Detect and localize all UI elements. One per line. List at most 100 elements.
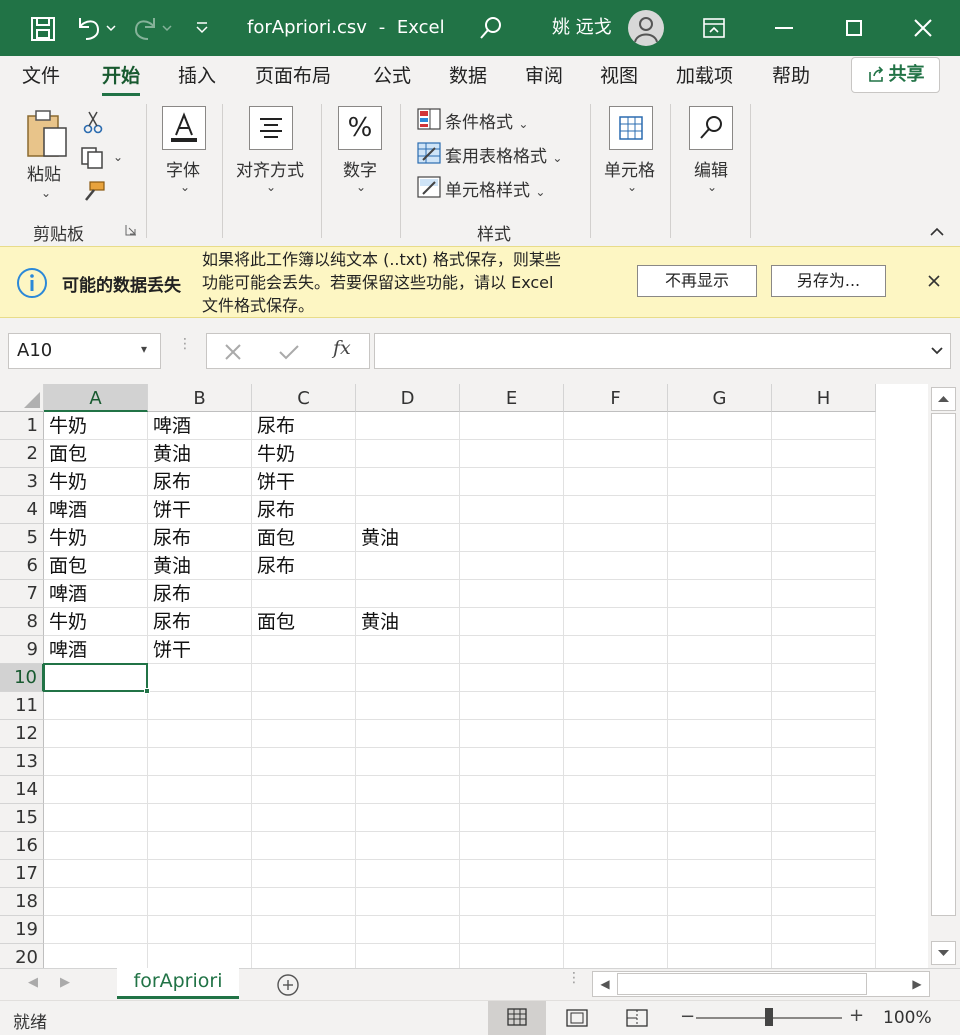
cell-h3[interactable] xyxy=(772,468,876,496)
cell-g13[interactable] xyxy=(668,748,772,776)
zoom-in-button[interactable]: + xyxy=(849,1005,864,1026)
zoom-level[interactable]: 100% xyxy=(883,1008,932,1028)
cell-f18[interactable] xyxy=(564,888,668,916)
cell-g18[interactable] xyxy=(668,888,772,916)
save-as-button[interactable]: 另存为... xyxy=(771,265,886,297)
cell-a16[interactable] xyxy=(44,832,148,860)
cell-c15[interactable] xyxy=(252,804,356,832)
cell-f14[interactable] xyxy=(564,776,668,804)
column-header-g[interactable]: G xyxy=(668,384,772,412)
column-header-a[interactable]: A xyxy=(44,384,148,412)
cell-e6[interactable] xyxy=(460,552,564,580)
align-label[interactable]: 对齐方式 xyxy=(236,156,304,181)
cell-f13[interactable] xyxy=(564,748,668,776)
cell-f10[interactable] xyxy=(564,664,668,692)
copy-icon[interactable] xyxy=(80,146,106,170)
cell-e8[interactable] xyxy=(460,608,564,636)
row-header-11[interactable]: 11 xyxy=(0,692,44,720)
cell-h11[interactable] xyxy=(772,692,876,720)
cell-a6[interactable]: 面包 xyxy=(44,552,148,580)
normal-view-button[interactable] xyxy=(488,1001,546,1035)
cell-c8[interactable]: 面包 xyxy=(252,608,356,636)
cell-g6[interactable] xyxy=(668,552,772,580)
cells-dropdown-icon[interactable]: ⌄ xyxy=(627,180,637,194)
row-header-19[interactable]: 19 xyxy=(0,916,44,944)
cell-a17[interactable] xyxy=(44,860,148,888)
tab-review[interactable]: 审阅 xyxy=(525,56,563,98)
cell-a3[interactable]: 牛奶 xyxy=(44,468,148,496)
cell-g9[interactable] xyxy=(668,636,772,664)
cell-a9[interactable]: 啤酒 xyxy=(44,636,148,664)
share-button[interactable]: 共享 xyxy=(851,57,940,93)
cell-c20[interactable] xyxy=(252,944,356,968)
cell-d4[interactable] xyxy=(356,496,460,524)
cell-b20[interactable] xyxy=(148,944,252,968)
cell-g7[interactable] xyxy=(668,580,772,608)
cell-f3[interactable] xyxy=(564,468,668,496)
cell-d12[interactable] xyxy=(356,720,460,748)
number-dropdown-icon[interactable]: ⌄ xyxy=(356,180,366,194)
cell-b15[interactable] xyxy=(148,804,252,832)
cell-f8[interactable] xyxy=(564,608,668,636)
cell-a7[interactable]: 啤酒 xyxy=(44,580,148,608)
cell-b17[interactable] xyxy=(148,860,252,888)
cell-a18[interactable] xyxy=(44,888,148,916)
dismiss-message-icon[interactable] xyxy=(926,273,942,289)
prev-sheet-icon[interactable]: ◀ xyxy=(28,975,38,990)
row-header-6[interactable]: 6 xyxy=(0,552,44,580)
cell-d8[interactable]: 黄油 xyxy=(356,608,460,636)
cell-f7[interactable] xyxy=(564,580,668,608)
cell-e5[interactable] xyxy=(460,524,564,552)
table-format-button[interactable]: 套用表格格式 ⌄ xyxy=(445,142,562,167)
cell-a5[interactable]: 牛奶 xyxy=(44,524,148,552)
tab-data[interactable]: 数据 xyxy=(449,56,487,98)
cell-d2[interactable] xyxy=(356,440,460,468)
cell-d15[interactable] xyxy=(356,804,460,832)
copy-dropdown-icon[interactable]: ⌄ xyxy=(113,150,123,164)
cell-b18[interactable] xyxy=(148,888,252,916)
cell-e17[interactable] xyxy=(460,860,564,888)
cell-f20[interactable] xyxy=(564,944,668,968)
cell-e10[interactable] xyxy=(460,664,564,692)
cell-h17[interactable] xyxy=(772,860,876,888)
cell-d14[interactable] xyxy=(356,776,460,804)
cell-b1[interactable]: 啤酒 xyxy=(148,412,252,440)
cell-a19[interactable] xyxy=(44,916,148,944)
cell-g10[interactable] xyxy=(668,664,772,692)
cell-e7[interactable] xyxy=(460,580,564,608)
row-header-4[interactable]: 4 xyxy=(0,496,44,524)
row-header-2[interactable]: 2 xyxy=(0,440,44,468)
row-header-16[interactable]: 16 xyxy=(0,832,44,860)
cell-a4[interactable]: 啤酒 xyxy=(44,496,148,524)
cell-a11[interactable] xyxy=(44,692,148,720)
cell-d9[interactable] xyxy=(356,636,460,664)
cell-f16[interactable] xyxy=(564,832,668,860)
close-icon[interactable] xyxy=(913,18,933,38)
cell-g20[interactable] xyxy=(668,944,772,968)
cell-b16[interactable] xyxy=(148,832,252,860)
vertical-scrollbar[interactable] xyxy=(928,384,960,968)
cell-b11[interactable] xyxy=(148,692,252,720)
cell-b8[interactable]: 尿布 xyxy=(148,608,252,636)
tab-home[interactable]: 开始 xyxy=(102,56,141,98)
cell-h6[interactable] xyxy=(772,552,876,580)
cell-a1[interactable]: 牛奶 xyxy=(44,412,148,440)
cell-c10[interactable] xyxy=(252,664,356,692)
cell-g3[interactable] xyxy=(668,468,772,496)
cell-d19[interactable] xyxy=(356,916,460,944)
cell-c9[interactable] xyxy=(252,636,356,664)
cell-g5[interactable] xyxy=(668,524,772,552)
cell-b10[interactable] xyxy=(148,664,252,692)
maximize-icon[interactable] xyxy=(846,20,862,36)
cell-g4[interactable] xyxy=(668,496,772,524)
align-icon[interactable] xyxy=(249,106,293,150)
fx-icon[interactable]: fx xyxy=(333,337,351,359)
percent-icon[interactable]: % xyxy=(338,106,382,150)
cell-c12[interactable] xyxy=(252,720,356,748)
user-avatar-icon[interactable] xyxy=(628,10,664,46)
format-painter-icon[interactable] xyxy=(80,180,106,204)
cell-g1[interactable] xyxy=(668,412,772,440)
row-header-10[interactable]: 10 xyxy=(0,664,44,692)
row-header-14[interactable]: 14 xyxy=(0,776,44,804)
cell-a15[interactable] xyxy=(44,804,148,832)
